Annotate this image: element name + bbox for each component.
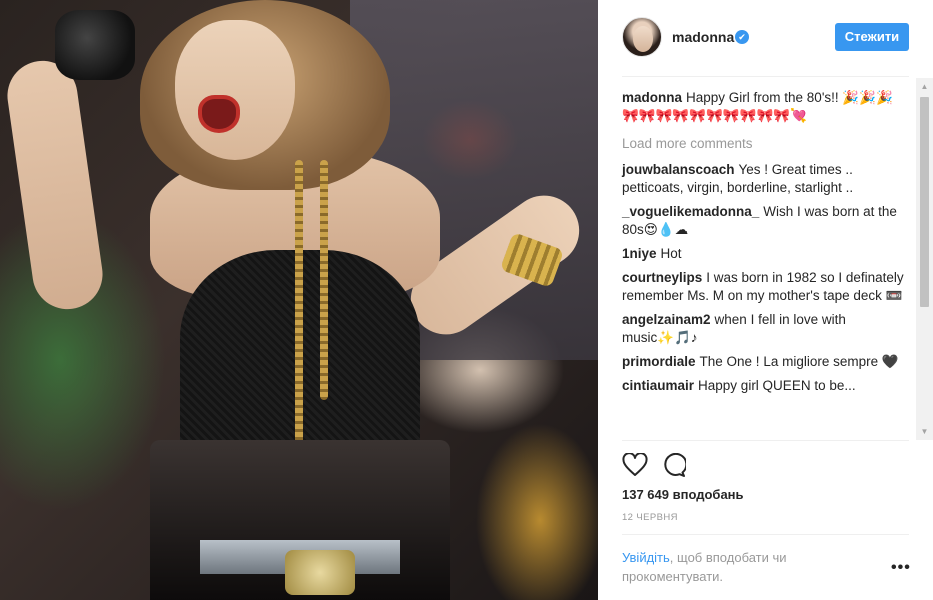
comment-text: The One ! La migliore sempre 🖤 xyxy=(699,354,899,369)
comment-text: Happy girl QUEEN to be... xyxy=(698,378,856,393)
login-link[interactable]: Увійдіть xyxy=(622,550,670,565)
post-date: 12 ЧЕРВНЯ xyxy=(622,512,678,523)
caption-username[interactable]: madonna xyxy=(622,90,682,105)
comments-list[interactable]: madonna Happy Girl from the 80's!! 🎉🎉🎉 🎀🎀… xyxy=(598,77,933,440)
heart-icon[interactable] xyxy=(622,453,648,477)
comment-item: angelzainam2 when I fell in love with mus… xyxy=(622,311,904,347)
avatar[interactable] xyxy=(622,17,662,57)
photo-arm-left xyxy=(2,56,108,314)
avatar-image xyxy=(633,26,653,52)
comment-username[interactable]: angelzainam2 xyxy=(622,312,711,327)
divider xyxy=(622,440,909,441)
photo-necklace xyxy=(320,160,328,400)
post-header: madonna ✔ Стежити xyxy=(598,0,933,77)
load-more-comments-link[interactable]: Load more comments xyxy=(622,135,904,153)
post-photo[interactable] xyxy=(0,0,598,600)
comments-content: madonna Happy Girl from the 80's!! 🎉🎉🎉 🎀🎀… xyxy=(622,89,904,401)
caption: madonna Happy Girl from the 80's!! 🎉🎉🎉 🎀🎀… xyxy=(622,89,904,125)
header-username[interactable]: madonna xyxy=(672,29,734,45)
photo-glove xyxy=(55,10,135,80)
photo-face xyxy=(175,20,295,160)
comment-icon[interactable] xyxy=(660,453,686,477)
post-side-panel: madonna ✔ Стежити madonna Happy Girl from… xyxy=(598,0,933,600)
photo-necklace xyxy=(295,160,303,480)
comment-item: jouwbalanscoach Yes ! Great times .. pett… xyxy=(622,161,904,197)
comment-item: primordiale The One ! La migliore sempre … xyxy=(622,353,904,371)
comment-username[interactable]: courtneylips xyxy=(622,270,702,285)
login-prompt: Увійдіть, щоб вподобати чи прокоментуват… xyxy=(622,548,852,586)
verified-badge-icon: ✔ xyxy=(735,30,749,44)
comment-username[interactable]: 1niye xyxy=(622,246,657,261)
likes-count[interactable]: 137 649 вподобань xyxy=(622,487,744,502)
comment-username[interactable]: _voguelikemadonna_ xyxy=(622,204,759,219)
more-options-icon[interactable]: ••• xyxy=(891,560,911,576)
comments-scrollbar[interactable]: ▲ ▼ xyxy=(916,78,933,440)
comment-text: Hot xyxy=(660,246,682,261)
photo-buckle xyxy=(285,550,355,595)
scroll-up-arrow-icon[interactable]: ▲ xyxy=(916,78,933,95)
comment-item: _voguelikemadonna_ Wish I was born at the… xyxy=(622,203,904,239)
comment-item: 1niye Hot xyxy=(622,245,904,263)
comment-username[interactable]: jouwbalanscoach xyxy=(622,162,735,177)
scroll-down-arrow-icon[interactable]: ▼ xyxy=(916,423,933,440)
comment-username[interactable]: primordiale xyxy=(622,354,696,369)
scrollbar-thumb[interactable] xyxy=(920,97,929,307)
photo-mouth xyxy=(198,95,240,133)
comment-item: courtneylips I was born in 1982 so I defi… xyxy=(622,269,904,305)
divider xyxy=(622,534,909,535)
comment-item: cintiaumair Happy girl QUEEN to be... xyxy=(622,377,904,395)
follow-button[interactable]: Стежити xyxy=(835,23,909,51)
comment-username[interactable]: cintiaumair xyxy=(622,378,694,393)
